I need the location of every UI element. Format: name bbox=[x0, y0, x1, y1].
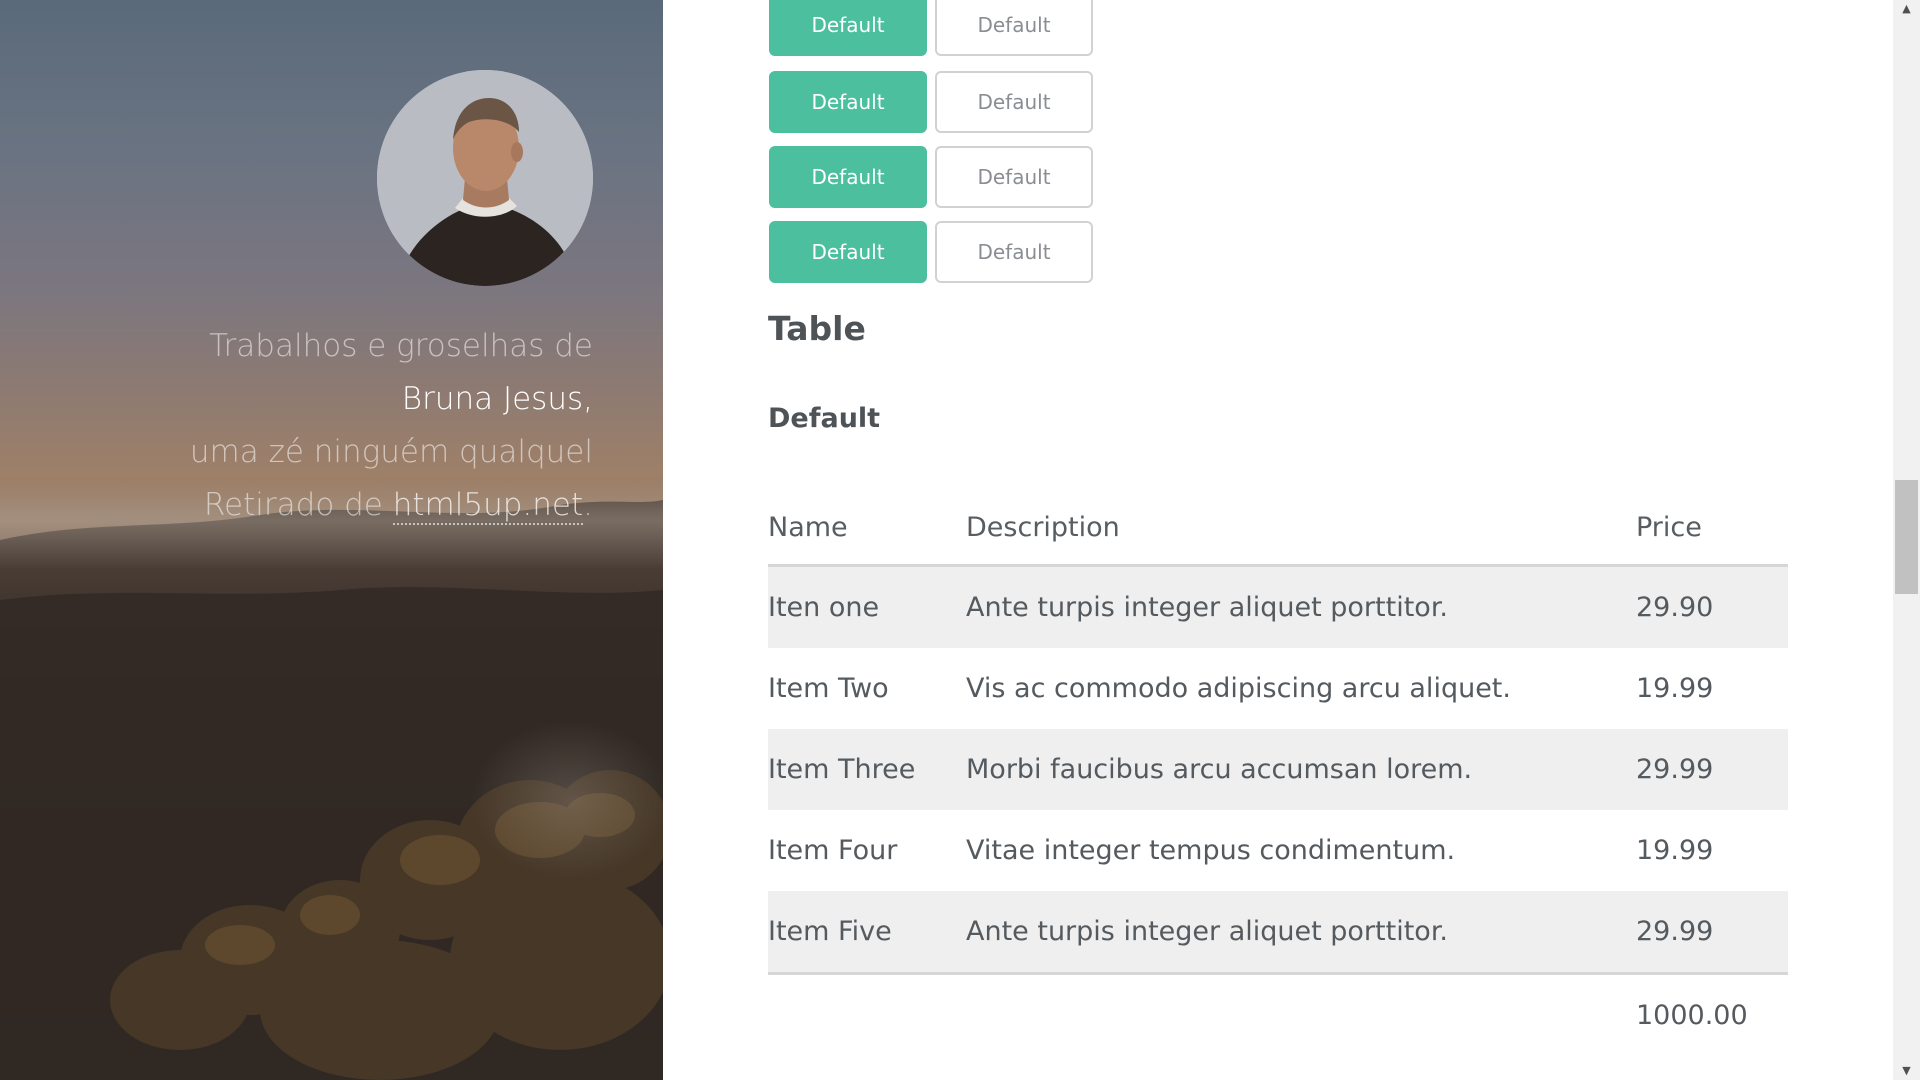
intro-text: Trabalhos e groselhas de Bruna Jesus, um… bbox=[73, 320, 593, 532]
cell-name: Iten one bbox=[768, 592, 880, 623]
cell-price: 19.99 bbox=[1636, 673, 1714, 704]
cell-description: Vitae integer tempus condimentum. bbox=[966, 835, 1456, 866]
default-button-outline[interactable]: Default bbox=[935, 146, 1093, 208]
section-title: Table bbox=[768, 309, 866, 348]
table-row: Item Two Vis ac commodo adipiscing arcu … bbox=[768, 648, 1788, 729]
vertical-scrollbar[interactable]: ▲ ▼ bbox=[1893, 0, 1920, 1080]
default-button-outline[interactable]: Default bbox=[935, 221, 1093, 283]
avatar-portrait bbox=[377, 70, 593, 286]
cell-description: Morbi faucibus arcu accumsan lorem. bbox=[966, 754, 1473, 785]
button-row: Default Default bbox=[769, 0, 1093, 56]
credit-prefix: Retirado de bbox=[203, 487, 393, 523]
section-subtitle: Default bbox=[768, 403, 881, 434]
header-price: Price bbox=[1636, 511, 1702, 543]
default-button-primary[interactable]: Default bbox=[769, 0, 927, 56]
cell-price: 29.99 bbox=[1636, 916, 1714, 947]
page: Trabalhos e groselhas de Bruna Jesus, um… bbox=[0, 0, 1920, 1080]
table-row: Iten one Ante turpis integer aliquet por… bbox=[768, 567, 1788, 648]
button-row: Default Default bbox=[769, 221, 1093, 283]
default-button-primary[interactable]: Default bbox=[769, 71, 927, 133]
default-button-primary[interactable]: Default bbox=[769, 221, 927, 283]
avatar bbox=[377, 70, 593, 286]
footer-total: 1000.00 bbox=[1636, 999, 1748, 1031]
cell-name: Item Four bbox=[768, 835, 898, 866]
author-name: Bruna Jesus, bbox=[401, 381, 593, 417]
table-row: Item Four Vitae integer tempus condiment… bbox=[768, 810, 1788, 891]
header-name: Name bbox=[768, 511, 848, 543]
table-footer-row: 1000.00 bbox=[768, 972, 1788, 1055]
button-row: Default Default bbox=[769, 71, 1093, 133]
default-button-primary[interactable]: Default bbox=[769, 146, 927, 208]
default-button-outline[interactable]: Default bbox=[935, 71, 1093, 133]
cell-description: Ante turpis integer aliquet porttitor. bbox=[966, 592, 1449, 623]
cell-name: Item Three bbox=[768, 754, 916, 785]
chevron-down-icon[interactable]: ▼ bbox=[1893, 1062, 1920, 1080]
chevron-up-icon[interactable]: ▲ bbox=[1893, 0, 1920, 18]
credit-link[interactable]: html5up.net bbox=[392, 487, 584, 525]
sidebar: Trabalhos e groselhas de Bruna Jesus, um… bbox=[0, 0, 663, 1080]
table-row: Item Three Morbi faucibus arcu accumsan … bbox=[768, 729, 1788, 810]
cell-description: Vis ac commodo adipiscing arcu aliquet. bbox=[966, 673, 1511, 704]
mist bbox=[470, 720, 663, 880]
intro-line-1: Trabalhos e groselhas de bbox=[209, 328, 593, 364]
scrollbar-thumb[interactable] bbox=[1895, 480, 1918, 594]
main-content: Default Default Default Default Default … bbox=[663, 0, 1893, 1080]
cell-price: 29.90 bbox=[1636, 592, 1714, 623]
cell-name: Item Two bbox=[768, 673, 889, 704]
intro-line-3: uma zé ninguém qualquel bbox=[189, 434, 593, 470]
cell-name: Item Five bbox=[768, 916, 892, 947]
default-button-outline[interactable]: Default bbox=[935, 0, 1093, 56]
intro-line-4: Retirado de html5up.net. bbox=[73, 479, 593, 532]
button-row: Default Default bbox=[769, 146, 1093, 208]
cell-description: Ante turpis integer aliquet porttitor. bbox=[966, 916, 1449, 947]
credit-suffix: . bbox=[583, 487, 593, 523]
cell-price: 19.99 bbox=[1636, 835, 1714, 866]
header-description: Description bbox=[966, 511, 1120, 543]
table-row: Item Five Ante turpis integer aliquet po… bbox=[768, 891, 1788, 972]
data-table: Name Description Price Iten one Ante tur… bbox=[768, 490, 1788, 1055]
table-header-row: Name Description Price bbox=[768, 490, 1788, 567]
cell-price: 29.99 bbox=[1636, 754, 1714, 785]
